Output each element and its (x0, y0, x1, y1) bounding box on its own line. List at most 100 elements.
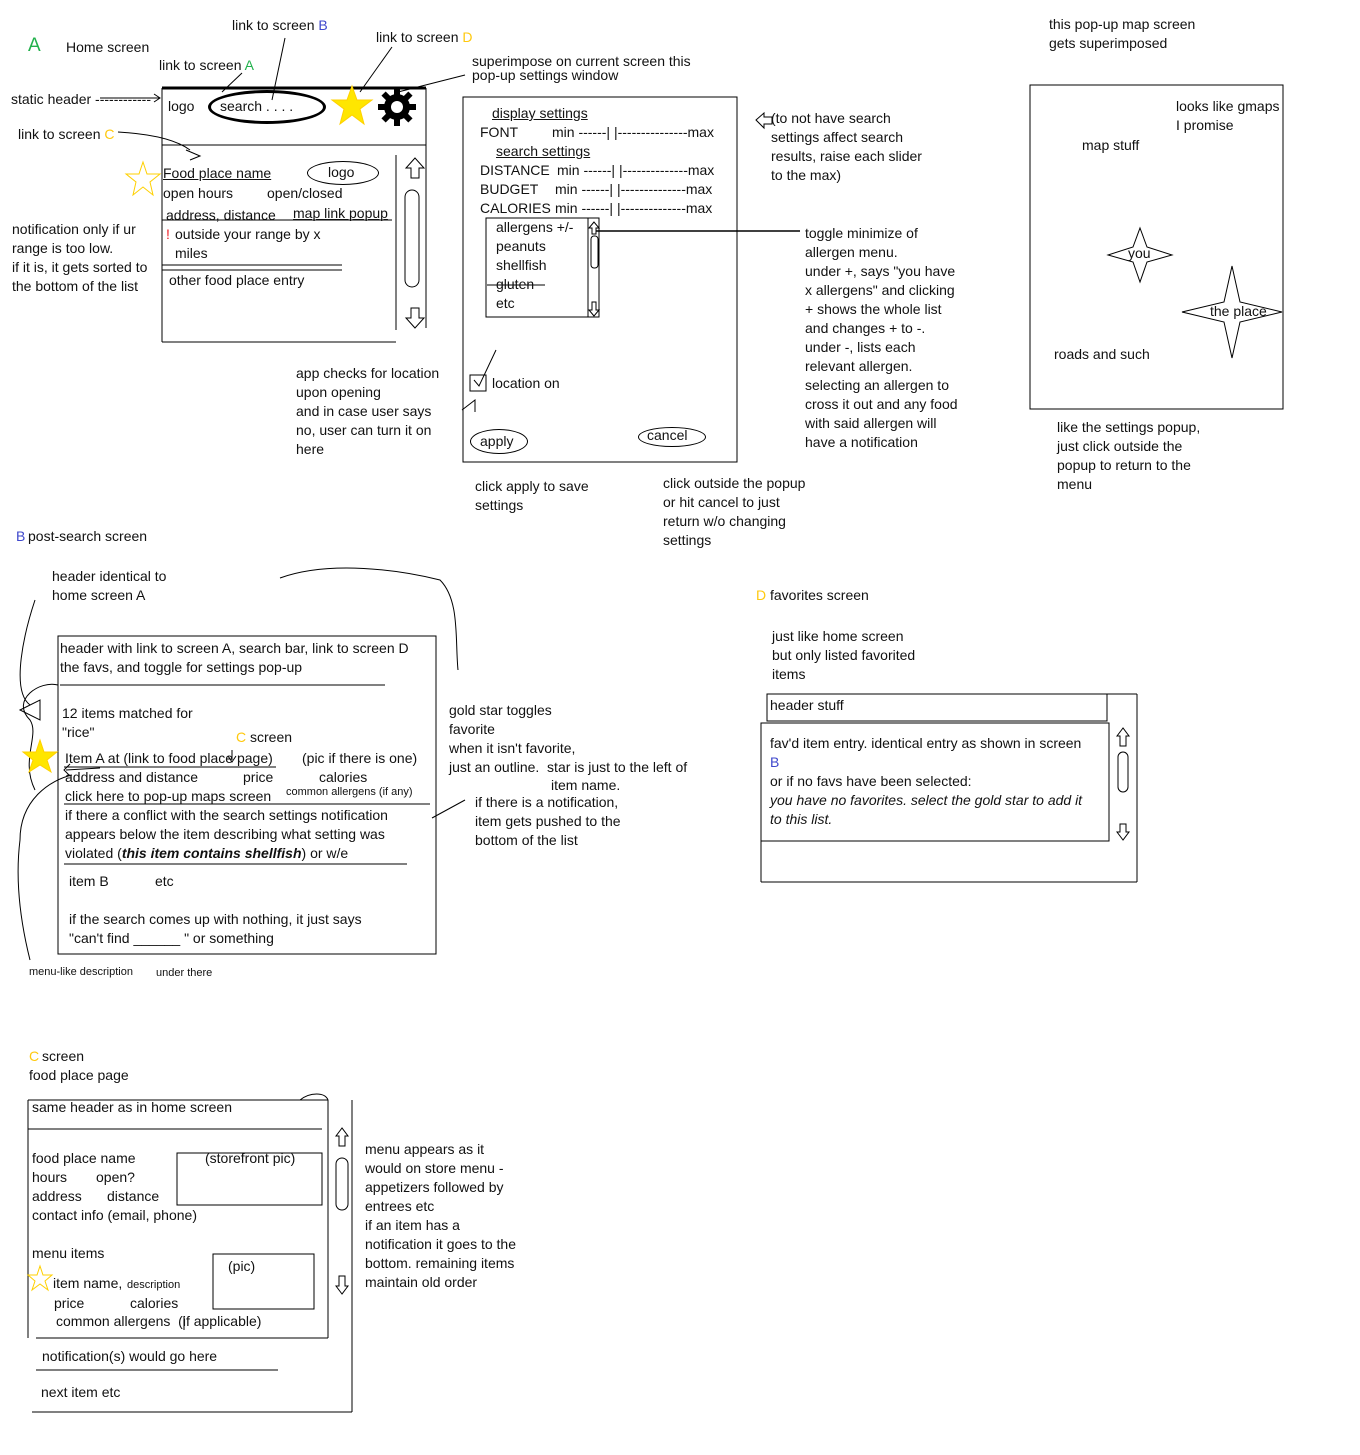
favorites-title: favorites screen (770, 587, 869, 603)
nothing-found-note: if the search comes up with nothing, it … (69, 911, 362, 946)
link-c-label: link to screen C (18, 126, 115, 142)
roads: roads and such (1054, 346, 1150, 362)
link-a-label: link to screen A (159, 57, 254, 73)
font-slider[interactable]: min ------| |---------------max (552, 123, 714, 142)
notification-area: notification(s) would go here (42, 1348, 218, 1364)
distance-label: DISTANCE (480, 162, 550, 178)
foodplace-distance: distance (107, 1188, 160, 1204)
favorites-or: or if no favs have been selected: (770, 773, 972, 789)
toggle-note: toggle minimize of allergen menu. under … (805, 225, 958, 450)
open-closed: open/closed (267, 185, 343, 201)
arrow-down-icon (587, 301, 601, 317)
item-address: address and distance (65, 769, 199, 785)
conflict-note: if there a conflict with the search sett… (65, 807, 388, 842)
star-icon (330, 84, 374, 126)
arrow-down-icon (1116, 823, 1130, 841)
screen-letter-b: B (16, 528, 26, 544)
item-allergens: common allergens (if any) (286, 786, 413, 798)
matched-count: 12 items matched for "rice" (62, 705, 193, 740)
slider-note: (to not have search settings affect sear… (771, 110, 922, 183)
allergen-item[interactable]: shellfish (496, 256, 547, 275)
header-logo[interactable]: logo (168, 97, 194, 116)
budget-label: BUDGET (480, 181, 539, 197)
screen-letter-a: A (28, 35, 41, 56)
menu-item-price: price (54, 1295, 85, 1311)
search-settings: search settings (496, 143, 591, 159)
storefront-pic: (storefront pic) (205, 1150, 296, 1166)
calories-label: CALORIES (480, 200, 551, 216)
favorites-header: header stuff (770, 697, 844, 713)
allergen-item[interactable]: peanuts (496, 237, 546, 256)
foodplace-hours: hours (32, 1169, 68, 1185)
arrow-up-icon (404, 157, 426, 179)
push-note: if there is a notification, item gets pu… (475, 794, 621, 848)
menu-item-calories: calories (130, 1295, 179, 1311)
favorites-sub: just like home screen but only listed fa… (772, 628, 916, 682)
item-a-link[interactable]: Item A at (link to food place page) (65, 749, 273, 768)
display-settings: display settings (492, 105, 588, 121)
distance-slider[interactable]: min ------| |--------------max (557, 161, 714, 180)
header-identical-note: header identical to home screen A (52, 568, 167, 603)
static-header-label: static header ------------ (11, 91, 151, 107)
foodplace-sub: food place page (29, 1067, 129, 1083)
calories-slider[interactable]: min ------| |--------------max (555, 199, 712, 218)
gold-star-note: gold star toggles favorite when it isn't… (449, 702, 688, 775)
gmaps-note: looks like gmaps I promise (1176, 98, 1280, 133)
apply-label: apply (480, 433, 514, 449)
allergen-item[interactable]: gluten (496, 275, 534, 294)
star-outline-icon (26, 1264, 54, 1292)
menu-item-name[interactable]: item name, (53, 1274, 122, 1293)
under-there-note: under there (156, 967, 213, 979)
apply-note: click apply to save settings (475, 478, 589, 513)
location-label: location on (492, 375, 560, 391)
warning-mark: ! (166, 226, 170, 242)
location-note: app checks for location upon opening and… (296, 365, 440, 457)
map-stuff: map stuff (1082, 137, 1140, 153)
link-d-label: link to screen D (376, 29, 473, 45)
you-marker: you (1128, 245, 1151, 261)
next-item: next item etc (41, 1384, 121, 1400)
budget-slider[interactable]: min ------| |--------------max (555, 180, 712, 199)
menu-pic: (pic) (228, 1258, 256, 1274)
favorites-empty: you have no favorites. select the gold s… (770, 792, 1083, 827)
menu-note: menu appears as it would on store menu -… (365, 1141, 516, 1290)
search-placeholder: search . . . . (220, 98, 294, 114)
arrow-left-icon (755, 111, 773, 130)
arrow-up-icon (335, 1127, 349, 1147)
screen-letter-d: D (756, 587, 767, 603)
menu-desc-note: menu-like description (29, 966, 133, 978)
cancel-label: cancel (647, 427, 688, 443)
menu-item-description: description (127, 1279, 181, 1291)
star-icon (21, 738, 59, 774)
maps-link[interactable]: click here to pop-up maps screen (65, 787, 271, 806)
home-title: Home screen (66, 39, 150, 55)
arrow-up-icon (1116, 727, 1130, 747)
map-note: like the settings popup, just click outs… (1057, 419, 1201, 492)
item-pic: (pic if there is one) (302, 750, 418, 766)
item-etc: etc (155, 873, 174, 889)
foodplace-address: address (32, 1188, 82, 1204)
star-outline-icon (124, 160, 162, 197)
foodplace-header: same header as in home screen (32, 1099, 232, 1115)
allergen-item[interactable]: etc (496, 294, 515, 313)
conflict-violation: violated (this item contains shellfish) … (65, 845, 349, 861)
favorites-entry: fav'd item entry. identical entry as sho… (770, 735, 1082, 751)
arrow-up-icon (587, 221, 601, 235)
food-place-name[interactable]: Food place name (163, 164, 271, 183)
notification-note: notification only if ur range is too low… (12, 221, 148, 294)
foodplace-name: food place name (32, 1150, 136, 1166)
outside-note: click outside the popup or hit cancel to… (663, 475, 806, 548)
outside-range: outside your range by x miles (175, 226, 321, 261)
map-link-popup[interactable]: map link popup (293, 204, 388, 223)
superimpose-note: superimpose on current screen this pop-u… (472, 53, 691, 83)
other-entry[interactable]: other food place entry (169, 271, 304, 290)
map-title: this pop-up map screen gets superimposed (1049, 16, 1196, 51)
place-marker: the place (1210, 303, 1267, 319)
favorites-b: B (770, 754, 780, 770)
arrow-down-icon (404, 307, 426, 329)
food-logo: logo (328, 164, 355, 180)
item-b[interactable]: item B (69, 872, 109, 891)
foodplace-open: open? (96, 1169, 135, 1185)
allergens-toggle[interactable]: allergens +/- (496, 218, 573, 237)
postsearch-title: post-search screen (28, 528, 148, 544)
